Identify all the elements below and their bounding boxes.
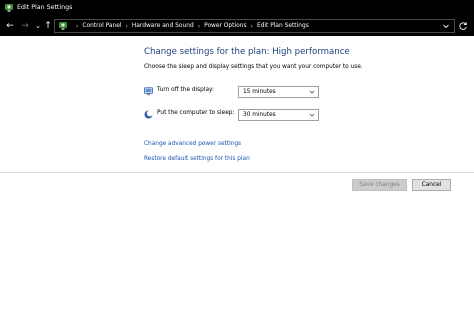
- chevron-down-icon[interactable]: [442, 22, 450, 30]
- back-arrow-icon[interactable]: ←: [5, 21, 15, 31]
- navigation-bar: ← → ⌄ ↑ › Control Panel › Hardware and S…: [0, 16, 474, 36]
- breadcrumb-item-edit-plan-settings[interactable]: Edit Plan Settings: [257, 23, 309, 29]
- display-timeout-label: Turn off the display:: [157, 87, 214, 93]
- chevron-down-icon: [309, 90, 315, 94]
- window-title: Edit Plan Settings: [17, 4, 73, 11]
- breadcrumb-separator: ›: [250, 22, 253, 30]
- monitor-icon: [144, 87, 153, 96]
- breadcrumb-separator: ›: [197, 22, 201, 30]
- breadcrumb-item-control-panel[interactable]: Control Panel: [82, 23, 121, 29]
- moon-icon: [144, 110, 153, 119]
- breadcrumb-item-power-options[interactable]: Power Options: [204, 23, 246, 29]
- sleep-timeout-label: Put the computer to sleep:: [157, 110, 235, 116]
- sleep-timeout-select[interactable]: 30 minutes: [238, 109, 319, 121]
- display-timeout-select[interactable]: 15 minutes: [238, 86, 319, 98]
- breadcrumb-item-hardware-and-sound[interactable]: Hardware and Sound: [132, 23, 194, 29]
- breadcrumb-separator: ›: [125, 22, 128, 30]
- advanced-power-settings-link[interactable]: Change advanced power settings: [144, 141, 241, 147]
- up-arrow-icon[interactable]: ↑: [43, 21, 53, 31]
- restore-defaults-link[interactable]: Restore default settings for this plan: [144, 156, 250, 162]
- display-timeout-value: 15 minutes: [243, 89, 276, 95]
- power-options-icon: [5, 4, 13, 12]
- refresh-icon[interactable]: [458, 21, 468, 31]
- chevron-down-icon: [309, 113, 315, 117]
- footer-divider: [0, 172, 474, 173]
- recent-locations-chevron-icon[interactable]: ⌄: [33, 21, 43, 31]
- save-changes-button[interactable]: Save changes: [352, 179, 407, 191]
- cancel-button[interactable]: Cancel: [412, 179, 451, 191]
- power-options-icon: [59, 22, 67, 30]
- address-bar[interactable]: › Control Panel › Hardware and Sound › P…: [54, 19, 455, 33]
- breadcrumb-separator: ›: [76, 22, 79, 30]
- sleep-timeout-value: 30 minutes: [243, 112, 276, 118]
- page-description: Choose the sleep and display settings th…: [144, 64, 363, 70]
- title-bar: Edit Plan Settings: [0, 0, 474, 16]
- forward-arrow-icon[interactable]: →: [20, 21, 30, 31]
- page-heading: Change settings for the plan: High perfo…: [144, 47, 350, 57]
- breadcrumb: › Control Panel › Hardware and Sound › P…: [76, 20, 309, 32]
